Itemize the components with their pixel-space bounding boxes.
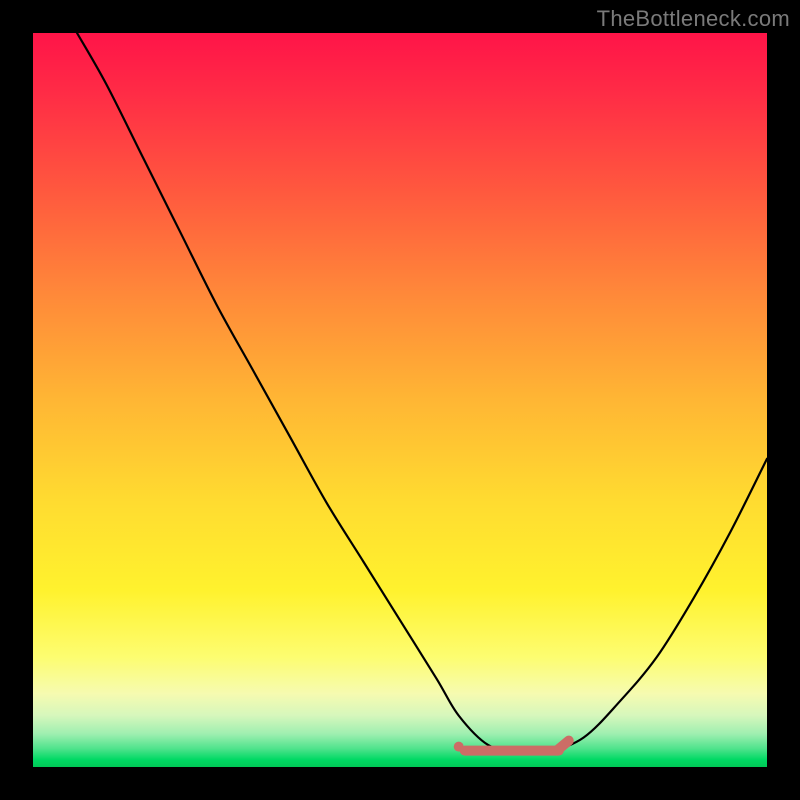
chart-svg [33, 33, 767, 767]
chart-frame: TheBottleneck.com [0, 0, 800, 800]
valley-marker [454, 741, 569, 752]
watermark-text: TheBottleneck.com [597, 6, 790, 32]
plot-area [33, 33, 767, 767]
bottleneck-curve [77, 33, 767, 754]
